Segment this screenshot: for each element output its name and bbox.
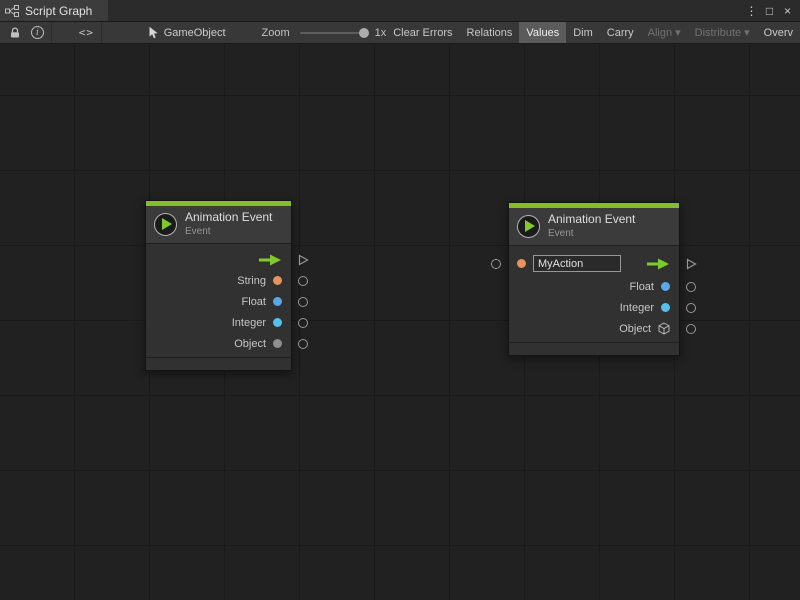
- gameobject-selector[interactable]: GameObject: [148, 26, 226, 39]
- node-title: Animation Event: [548, 213, 635, 226]
- output-row-float: Float: [509, 276, 679, 297]
- object-output-port[interactable]: [298, 339, 308, 349]
- lock-button[interactable]: [4, 22, 26, 43]
- tab-title: Script Graph: [25, 4, 92, 18]
- info-icon: i: [31, 26, 44, 39]
- toolbar-separator: [51, 22, 52, 43]
- flow-output-port[interactable]: [298, 254, 309, 266]
- zoom-slider[interactable]: [300, 26, 369, 40]
- chevron-down-icon: ▾: [744, 26, 750, 39]
- graph-toolbar: i <> GameObject Zoom 1x Clear Errors Rel…: [0, 22, 800, 44]
- carry-button[interactable]: Carry: [600, 22, 641, 43]
- output-label: Object: [619, 323, 651, 335]
- output-row-object: Object: [146, 333, 291, 354]
- output-label: Object: [234, 338, 266, 350]
- code-view-button[interactable]: <>: [74, 22, 99, 43]
- name-input-port[interactable]: [491, 259, 501, 269]
- align-label: Align: [648, 27, 672, 39]
- node-animation-event-1[interactable]: Animation Event Event Strin: [145, 200, 292, 371]
- type-dot-string: [273, 276, 282, 285]
- integer-output-port[interactable]: [298, 318, 308, 328]
- clear-errors-button[interactable]: Clear Errors: [386, 22, 459, 43]
- window-titlebar: Script Graph ⋮ □ ×: [0, 0, 800, 22]
- overview-button[interactable]: Overv: [757, 22, 800, 43]
- flow-output-row: [146, 249, 291, 270]
- event-name-field[interactable]: [533, 255, 621, 272]
- align-button[interactable]: Align ▾: [641, 22, 688, 43]
- node-footer: [146, 357, 291, 370]
- flow-arrow-icon: [646, 258, 670, 270]
- node-animation-event-2[interactable]: Animation Event Event: [508, 202, 680, 356]
- node-title: Animation Event: [185, 211, 272, 224]
- output-row-integer: Integer: [509, 297, 679, 318]
- zoom-value: 1x: [375, 27, 387, 39]
- event-play-icon: [517, 215, 540, 238]
- toolbar-separator: [101, 22, 102, 43]
- cube-icon: [658, 322, 670, 335]
- output-row-integer: Integer: [146, 312, 291, 333]
- window-menu-icon[interactable]: ⋮: [744, 1, 759, 21]
- tab-script-graph[interactable]: Script Graph: [0, 0, 108, 21]
- output-label: Float: [242, 296, 266, 308]
- window-controls: ⋮ □ ×: [744, 0, 800, 21]
- script-graph-icon: [5, 5, 19, 17]
- output-label: Integer: [620, 302, 654, 314]
- node-footer: [509, 342, 679, 355]
- node-subtitle: Event: [548, 228, 635, 239]
- type-dot-integer: [661, 303, 670, 312]
- distribute-label: Distribute: [695, 27, 741, 39]
- output-row-string: String: [146, 270, 291, 291]
- node-header[interactable]: Animation Event Event: [146, 206, 291, 244]
- relations-button[interactable]: Relations: [460, 22, 520, 43]
- float-output-port[interactable]: [686, 282, 696, 292]
- type-dot-float: [273, 297, 282, 306]
- type-dot-string: [517, 259, 526, 268]
- node-subtitle: Event: [185, 226, 272, 237]
- dim-button[interactable]: Dim: [566, 22, 600, 43]
- cursor-icon: [148, 26, 159, 39]
- event-play-icon: [154, 213, 177, 236]
- integer-output-port[interactable]: [686, 303, 696, 313]
- toolbar-buttons: Clear Errors Relations Values Dim Carry …: [386, 22, 800, 43]
- flow-arrow-icon: [258, 254, 282, 266]
- distribute-button[interactable]: Distribute ▾: [688, 22, 757, 43]
- gameobject-label: GameObject: [164, 27, 226, 39]
- zoom-label: Zoom: [262, 27, 290, 39]
- node-body: String Float Integer Object: [146, 244, 291, 357]
- output-row-object: Object: [509, 318, 679, 339]
- window-maximize-icon[interactable]: □: [762, 1, 777, 21]
- titlebar-spacer: [108, 0, 744, 21]
- type-dot-integer: [273, 318, 282, 327]
- lock-icon: [9, 27, 21, 39]
- type-dot-object: [273, 339, 282, 348]
- code-icon: <>: [79, 26, 94, 39]
- flow-output-port[interactable]: [686, 258, 697, 270]
- zoom-slider-handle[interactable]: [359, 28, 369, 38]
- node-body: Float Integer Object: [509, 246, 679, 342]
- type-dot-float: [661, 282, 670, 291]
- output-label: Float: [630, 281, 654, 293]
- output-label: String: [237, 275, 266, 287]
- chevron-down-icon: ▾: [675, 26, 681, 39]
- float-output-port[interactable]: [298, 297, 308, 307]
- window-close-icon[interactable]: ×: [780, 1, 795, 21]
- values-button[interactable]: Values: [519, 22, 566, 43]
- graph-canvas[interactable]: Animation Event Event Strin: [0, 44, 800, 600]
- info-button[interactable]: i: [26, 22, 49, 43]
- object-output-port[interactable]: [686, 324, 696, 334]
- string-output-port[interactable]: [298, 276, 308, 286]
- output-label: Integer: [232, 317, 266, 329]
- node-header[interactable]: Animation Event Event: [509, 208, 679, 246]
- output-row-float: Float: [146, 291, 291, 312]
- name-input-row: [509, 251, 679, 276]
